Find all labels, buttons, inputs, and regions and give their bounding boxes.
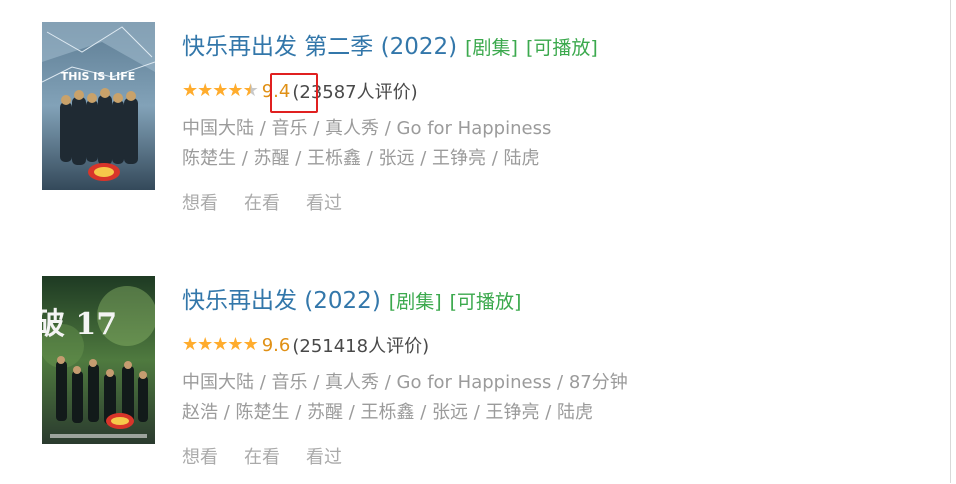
page-right-edge (950, 0, 951, 483)
watched-button[interactable]: 看过 (306, 443, 342, 469)
tag-series[interactable]: [剧集] (389, 287, 442, 314)
rating-stars: ★ ★ ★ ★ ★ (182, 334, 259, 355)
rating-score: 9.6 (261, 334, 291, 356)
star-full-icon: ★ (212, 80, 228, 101)
star-full-icon: ★ (227, 80, 243, 101)
poster-image[interactable]: 破 17 (42, 276, 155, 444)
tag-playable[interactable]: [可播放] (450, 287, 522, 314)
star-full-icon: ★ (182, 80, 198, 101)
item-info: 快乐再出发 第二季 (2022) [剧集] [可播放] ★ ★ ★ ★ ★ 9.… (182, 27, 598, 215)
mark-actions: 想看 在看 看过 (182, 189, 598, 215)
poster-graphic: 破 17 (42, 276, 155, 444)
genre-line: 中国大陆 / 音乐 / 真人秀 / Go for Happiness (182, 118, 552, 139)
rating-row: ★ ★ ★ ★ ★ 9.4 (23587人评价) (182, 73, 598, 113)
item-title-link[interactable]: 快乐再出发 (2022) (182, 281, 381, 315)
star-full-icon: ★ (227, 334, 243, 355)
result-item: THIS IS LIFE 快乐再出发 第二季 (2022) [剧集] [可播放] (0, 0, 940, 230)
tag-series[interactable]: [剧集] (465, 33, 518, 60)
item-info: 快乐再出发 (2022) [剧集] [可播放] ★ ★ ★ ★ ★ 9.6 (2… (182, 281, 628, 469)
cast-line: 陈楚生 / 苏醒 / 王栎鑫 / 张远 / 王铮亮 / 陆虎 (182, 148, 540, 169)
cast-line: 赵浩 / 陈楚生 / 苏醒 / 王栎鑫 / 张远 / 王铮亮 / 陆虎 (182, 402, 594, 423)
score-highlight-box (270, 73, 318, 113)
star-full-icon: ★ (182, 334, 198, 355)
tag-playable[interactable]: [可播放] (526, 33, 598, 60)
watching-button[interactable]: 在看 (244, 443, 280, 469)
result-item: 破 17 快乐再出发 (2022) [剧集] [可播放] ★ ★ ★ ★ ★ 9… (0, 254, 940, 484)
poster-graphic: THIS IS LIFE (42, 22, 155, 190)
item-title-link[interactable]: 快乐再出发 第二季 (2022) (182, 27, 457, 61)
genre-line: 中国大陆 / 音乐 / 真人秀 / Go for Happiness / 87分… (182, 372, 628, 393)
watched-button[interactable]: 看过 (306, 189, 342, 215)
star-full-icon: ★ (197, 334, 213, 355)
rating-count[interactable]: (251418人评价) (292, 332, 429, 358)
poster-title-text: THIS IS LIFE (61, 70, 136, 83)
rating-stars: ★ ★ ★ ★ ★ (182, 80, 259, 101)
mark-actions: 想看 在看 看过 (182, 443, 628, 469)
want-to-watch-button[interactable]: 想看 (182, 189, 218, 215)
poster-image[interactable]: THIS IS LIFE (42, 22, 155, 190)
title-row: 快乐再出发 第二季 (2022) [剧集] [可播放] (182, 27, 598, 60)
star-full-icon: ★ (242, 334, 259, 355)
rating-row: ★ ★ ★ ★ ★ 9.6 (251418人评价) (182, 331, 628, 359)
want-to-watch-button[interactable]: 想看 (182, 443, 218, 469)
star-full-icon: ★ (212, 334, 228, 355)
poster-title-text: 破 17 (42, 307, 117, 342)
title-row: 快乐再出发 (2022) [剧集] [可播放] (182, 281, 628, 314)
star-full-icon: ★ (197, 80, 213, 101)
watching-button[interactable]: 在看 (244, 189, 280, 215)
star-half-icon: ★ (242, 80, 259, 101)
